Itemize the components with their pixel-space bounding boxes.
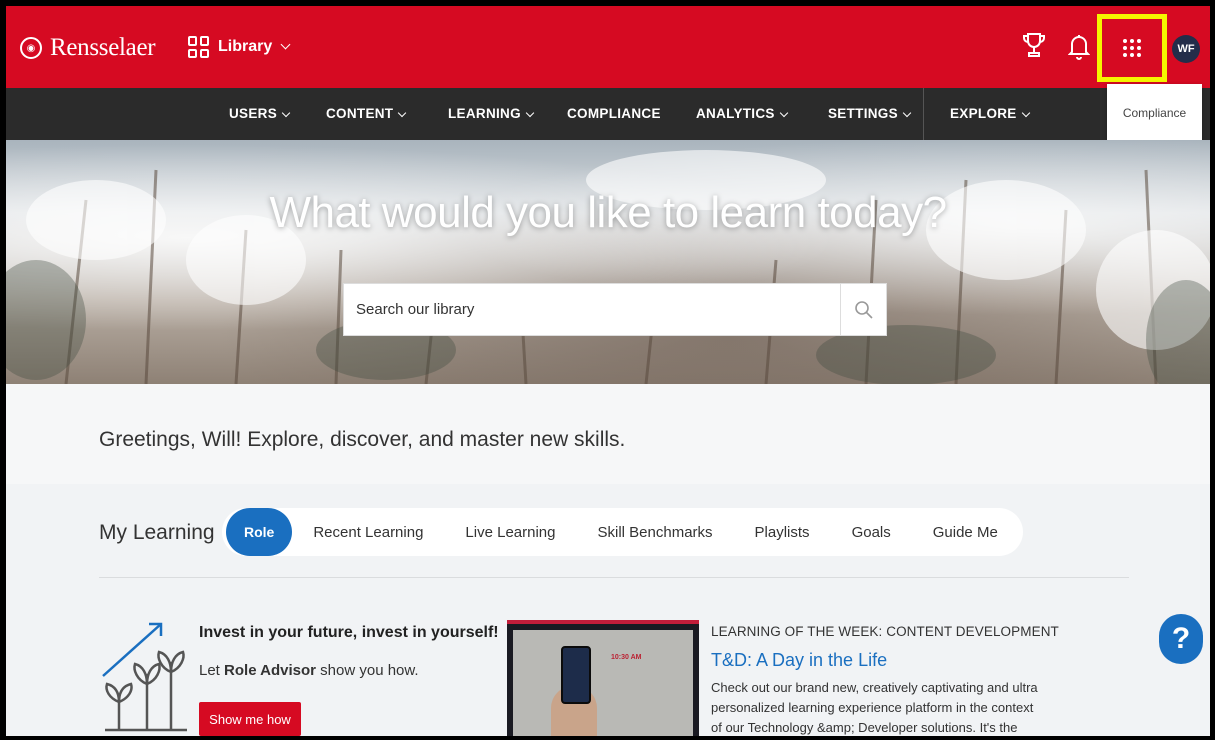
main-nav: USERS CONTENT LEARNING COMPLIANCE ANALYT… [6,88,1210,140]
role-advisor-subtitle: Let Role Advisor show you how. [199,662,419,679]
top-header: ◉ Rensselaer Library WF [6,6,1210,88]
tab-role[interactable]: Role [226,508,293,556]
hero-banner: What would you like to learn today? [6,140,1210,384]
lotw-description: Check out our brand new, creatively capt… [711,680,1038,735]
apps-grid-icon [1123,39,1141,57]
chevron-down-icon [398,108,407,118]
library-grid-icon [188,36,210,58]
section-divider [99,577,1129,578]
role-advisor-title: Invest in your future, invest in yoursel… [199,624,499,641]
nav-learning[interactable]: LEARNING [448,106,535,121]
tab-live-learning[interactable]: Live Learning [444,508,576,556]
thumb-time: 10:30 AM [611,654,642,661]
brand-name: Rensselaer [50,34,156,61]
nav-settings[interactable]: SETTINGS [828,106,912,121]
chevron-down-icon [1021,108,1030,118]
app-frame: ◉ Rensselaer Library WF USERS CONTENT LE… [6,6,1210,736]
nav-users[interactable]: USERS [229,106,291,121]
help-button[interactable]: ? [1159,614,1203,664]
user-avatar[interactable]: WF [1172,35,1200,63]
my-learning-tabs: Role Recent Learning Live Learning Skill… [222,508,1023,556]
apps-launcher-button[interactable] [1097,14,1167,82]
greeting-text: Greetings, Will! Explore, discover, and … [99,428,626,451]
library-label: Library [218,38,273,55]
search-bar [343,283,887,336]
hero-title: What would you like to learn today? [269,188,947,237]
tab-skill-benchmarks[interactable]: Skill Benchmarks [577,508,734,556]
greeting-section: Greetings, Will! Explore, discover, and … [6,384,1210,484]
seal-icon: ◉ [20,37,42,59]
growth-plant-icon [99,618,191,736]
chevron-down-icon [902,108,912,118]
my-learning-heading: My Learning [99,521,215,544]
search-icon [854,300,873,319]
apps-tooltip: Compliance [1107,84,1202,142]
search-input[interactable] [344,284,840,335]
nav-content[interactable]: CONTENT [326,106,407,121]
tab-goals[interactable]: Goals [831,508,912,556]
chevron-down-icon [779,108,788,118]
tab-playlists[interactable]: Playlists [734,508,831,556]
snowy-forest-image [6,150,1210,384]
chevron-down-icon [280,39,291,49]
nav-divider [923,88,924,140]
tab-guide-me[interactable]: Guide Me [912,508,1019,556]
lotw-kicker: LEARNING OF THE WEEK: CONTENT DEVELOPMEN… [711,624,1059,639]
chevron-down-icon [525,108,535,118]
tab-recent-learning[interactable]: Recent Learning [292,508,444,556]
search-button[interactable] [840,284,886,335]
nav-compliance[interactable]: COMPLIANCE [567,106,661,121]
brand-logo[interactable]: ◉ Rensselaer [20,34,156,62]
trophy-icon[interactable] [1022,31,1046,64]
lotw-title-link[interactable]: T&D: A Day in the Life [711,650,887,671]
show-me-how-button[interactable]: Show me how [199,702,301,736]
lotw-thumbnail[interactable]: 10:30 AM [507,620,699,736]
chevron-down-icon [281,108,291,118]
bell-icon[interactable] [1067,32,1091,65]
library-menu-button[interactable]: Library [188,36,291,58]
nav-analytics[interactable]: ANALYTICS [696,106,788,121]
nav-explore[interactable]: EXPLORE [950,106,1030,121]
